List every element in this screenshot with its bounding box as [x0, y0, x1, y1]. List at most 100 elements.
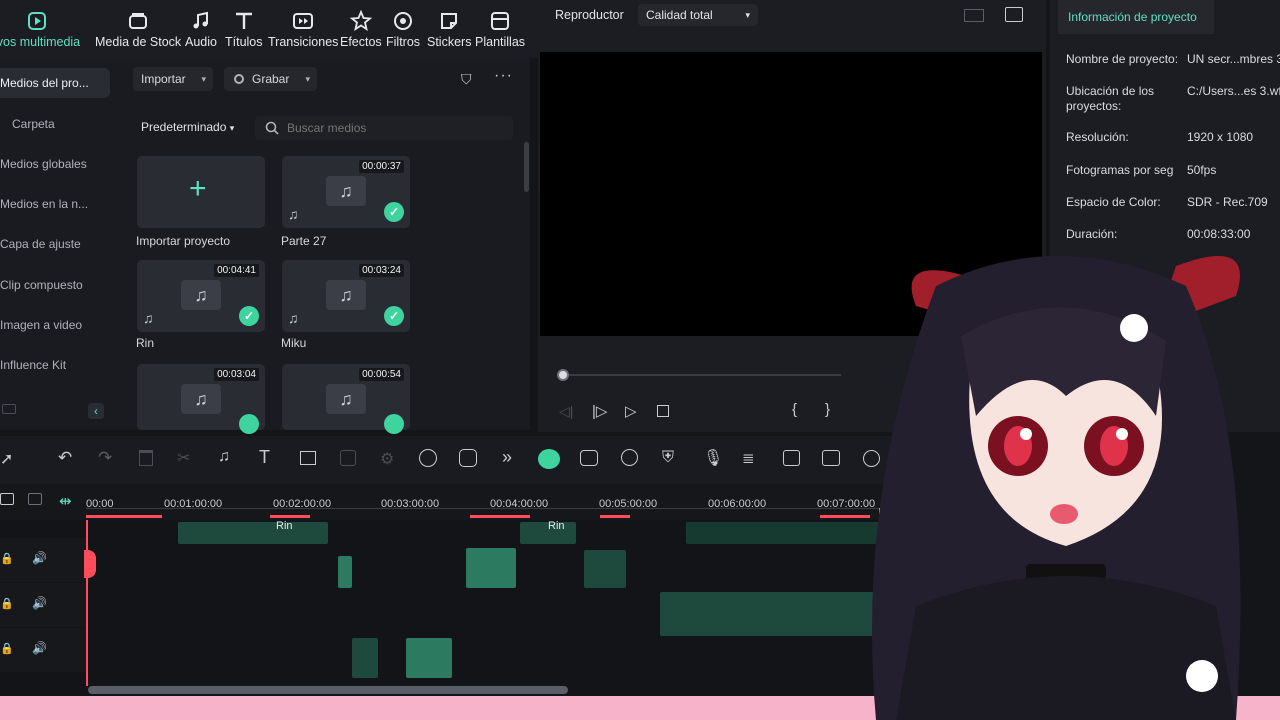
stop-icon[interactable] [657, 405, 669, 417]
folder-icon[interactable] [2, 404, 16, 414]
audio-clip[interactable]: Rin [520, 520, 576, 544]
scopes-icon[interactable] [1005, 7, 1023, 22]
sidebar-item-adjustment-layer[interactable]: Capa de ajuste [0, 229, 110, 259]
track-manager-icon[interactable] [28, 493, 42, 505]
sidebar-item-cloud-media[interactable]: Medios en la n... [0, 189, 110, 219]
shield-icon[interactable]: ⛨ [662, 449, 674, 467]
subtitle-icon[interactable]: ≣ [742, 449, 755, 467]
undo-icon[interactable]: ↶ [58, 448, 72, 468]
timeline-ruler[interactable]: ⇹ 00:00 00:01:00:00 00:02:00:00 00:03:00… [0, 484, 900, 520]
tab-project-info[interactable]: Información de proyecto [1058, 0, 1214, 34]
collapse-sidebar-icon[interactable]: ‹ [88, 403, 104, 419]
toolbar-templates[interactable]: Plantillas [475, 10, 525, 49]
audio-clip[interactable] [338, 556, 352, 588]
audio-clip[interactable] [466, 548, 516, 588]
cut-icon[interactable]: ✂ [177, 448, 190, 468]
media-item[interactable]: 00:04:41 ♫ ♫ ✓ [137, 260, 265, 332]
media-duration: 00:04:41 [214, 264, 259, 277]
record-label: Grabar [252, 72, 290, 86]
playhead-handle[interactable] [84, 550, 96, 578]
microphone-icon[interactable]: 🎙 [703, 448, 723, 468]
toolbar-transitions[interactable]: Transiciones [268, 10, 338, 49]
sidebar-item-image-to-video[interactable]: Imagen a video [0, 310, 110, 340]
grid-view-icon[interactable] [964, 9, 984, 22]
record-button[interactable]: Grabar ▾ [224, 67, 317, 91]
ai-tools-icon[interactable] [459, 449, 477, 467]
mark-in-icon[interactable]: { [792, 401, 797, 418]
toolbar-titles[interactable]: Títulos [225, 10, 263, 49]
image-replace-icon[interactable] [783, 450, 800, 466]
toolbar-media[interactable]: ivos multimedia [0, 10, 80, 49]
fit-timeline-icon[interactable] [822, 450, 840, 466]
media-item[interactable]: 00:03:24 ♫ ♫ ✓ [282, 260, 410, 332]
delete-icon[interactable] [139, 450, 153, 466]
sidebar-item-project-media[interactable]: Medios del pro... [0, 68, 110, 98]
play-icon[interactable]: ▷ [625, 402, 637, 420]
transform-icon[interactable] [340, 450, 356, 466]
snapshot-icon[interactable] [580, 450, 598, 466]
horizontal-scrollbar[interactable] [88, 686, 568, 694]
check-icon: ✓ [384, 306, 404, 326]
import-project-tile[interactable]: + [137, 156, 265, 228]
lock-icon[interactable]: 🔒 [0, 597, 14, 610]
toolbar-stock[interactable]: Media de Stock [95, 10, 181, 49]
search-input[interactable] [287, 119, 497, 137]
import-project-label: Importar proyecto [136, 234, 231, 248]
sidebar-item-influence-kit[interactable]: Influence Kit [0, 350, 110, 380]
crop-icon[interactable] [300, 451, 316, 465]
more-tools-icon[interactable]: » [502, 447, 512, 468]
play-preview-icon[interactable] [621, 449, 638, 466]
audio-edit-icon[interactable]: ♫ [218, 448, 230, 466]
sort-dropdown[interactable]: Predeterminado ▾ [141, 120, 234, 134]
toolbar-audio[interactable]: Audio [185, 10, 217, 49]
speaker-icon[interactable]: 🔊 [32, 641, 47, 655]
info-label: Nombre de proyecto: [1066, 52, 1179, 66]
mark-out-icon[interactable]: } [825, 401, 830, 418]
render-icon[interactable] [538, 449, 560, 469]
playhead[interactable] [86, 520, 88, 686]
audio-clip[interactable]: Rin [178, 520, 328, 544]
sidebar-item-folder[interactable]: Carpeta [0, 109, 110, 139]
clip-label: Rin [548, 520, 565, 532]
playback-scrubber[interactable] [563, 374, 841, 376]
scrubber-handle[interactable] [557, 369, 569, 381]
import-button[interactable]: Importar ▾ [133, 67, 213, 91]
sidebar-item-compound-clip[interactable]: Clip compuesto [0, 270, 110, 300]
play-frame-icon[interactable]: |▷ [592, 402, 607, 420]
media-scrollbar[interactable] [524, 142, 529, 192]
info-value: 00:08:33:00 [1187, 227, 1251, 241]
more-options-icon[interactable]: ··· [494, 67, 513, 85]
prev-frame-icon[interactable]: ◁| [559, 403, 573, 420]
audio-clip[interactable] [352, 638, 378, 678]
audio-clip[interactable] [660, 592, 886, 636]
toolbar-stickers[interactable]: Stickers [427, 10, 471, 49]
search-box[interactable] [255, 116, 513, 140]
speaker-icon[interactable]: 🔊 [32, 596, 47, 610]
redo-icon[interactable]: ↷ [98, 448, 112, 468]
audio-clip[interactable] [584, 550, 626, 588]
quality-dropdown[interactable]: Calidad total ▾ [638, 4, 758, 26]
toolbar-transitions-label: Transiciones [268, 35, 339, 49]
select-tool-icon[interactable]: ➚ [0, 449, 13, 469]
media-item[interactable]: 00:00:37 ♫ ♫ ✓ [282, 156, 410, 228]
lock-icon[interactable]: 🔒 [0, 552, 14, 565]
audio-clip[interactable] [406, 638, 452, 678]
media-item[interactable]: 00:03:04 ♫ [137, 364, 265, 434]
color-icon[interactable]: ⚙ [380, 449, 394, 469]
media-duration: 00:03:04 [214, 368, 259, 381]
sidebar-item-global-media[interactable]: Medios globales [0, 149, 110, 179]
speaker-icon[interactable]: 🔊 [32, 551, 47, 565]
speed-icon[interactable] [419, 449, 437, 467]
toolbar-stickers-label: Stickers [427, 35, 472, 49]
add-track-icon[interactable] [0, 493, 14, 505]
toolbar-filters[interactable]: Filtros [386, 10, 420, 49]
toolbar-effects[interactable]: Efectos [340, 10, 382, 49]
timeline-tracks[interactable]: 🔒 🔊 🔒 🔊 🔒 🔊 Rin Rin [0, 520, 900, 696]
lock-icon[interactable]: 🔒 [0, 642, 14, 655]
media-item[interactable]: 00:00:54 ♫ [282, 364, 410, 434]
snap-icon[interactable]: ⇹ [59, 492, 72, 510]
clip-label: Rin [276, 520, 293, 532]
info-value: C:/Users...es 3.wfp [1187, 84, 1280, 98]
text-tool-icon[interactable]: T [259, 447, 270, 468]
filter-icon[interactable]: ⛉ [461, 71, 479, 87]
